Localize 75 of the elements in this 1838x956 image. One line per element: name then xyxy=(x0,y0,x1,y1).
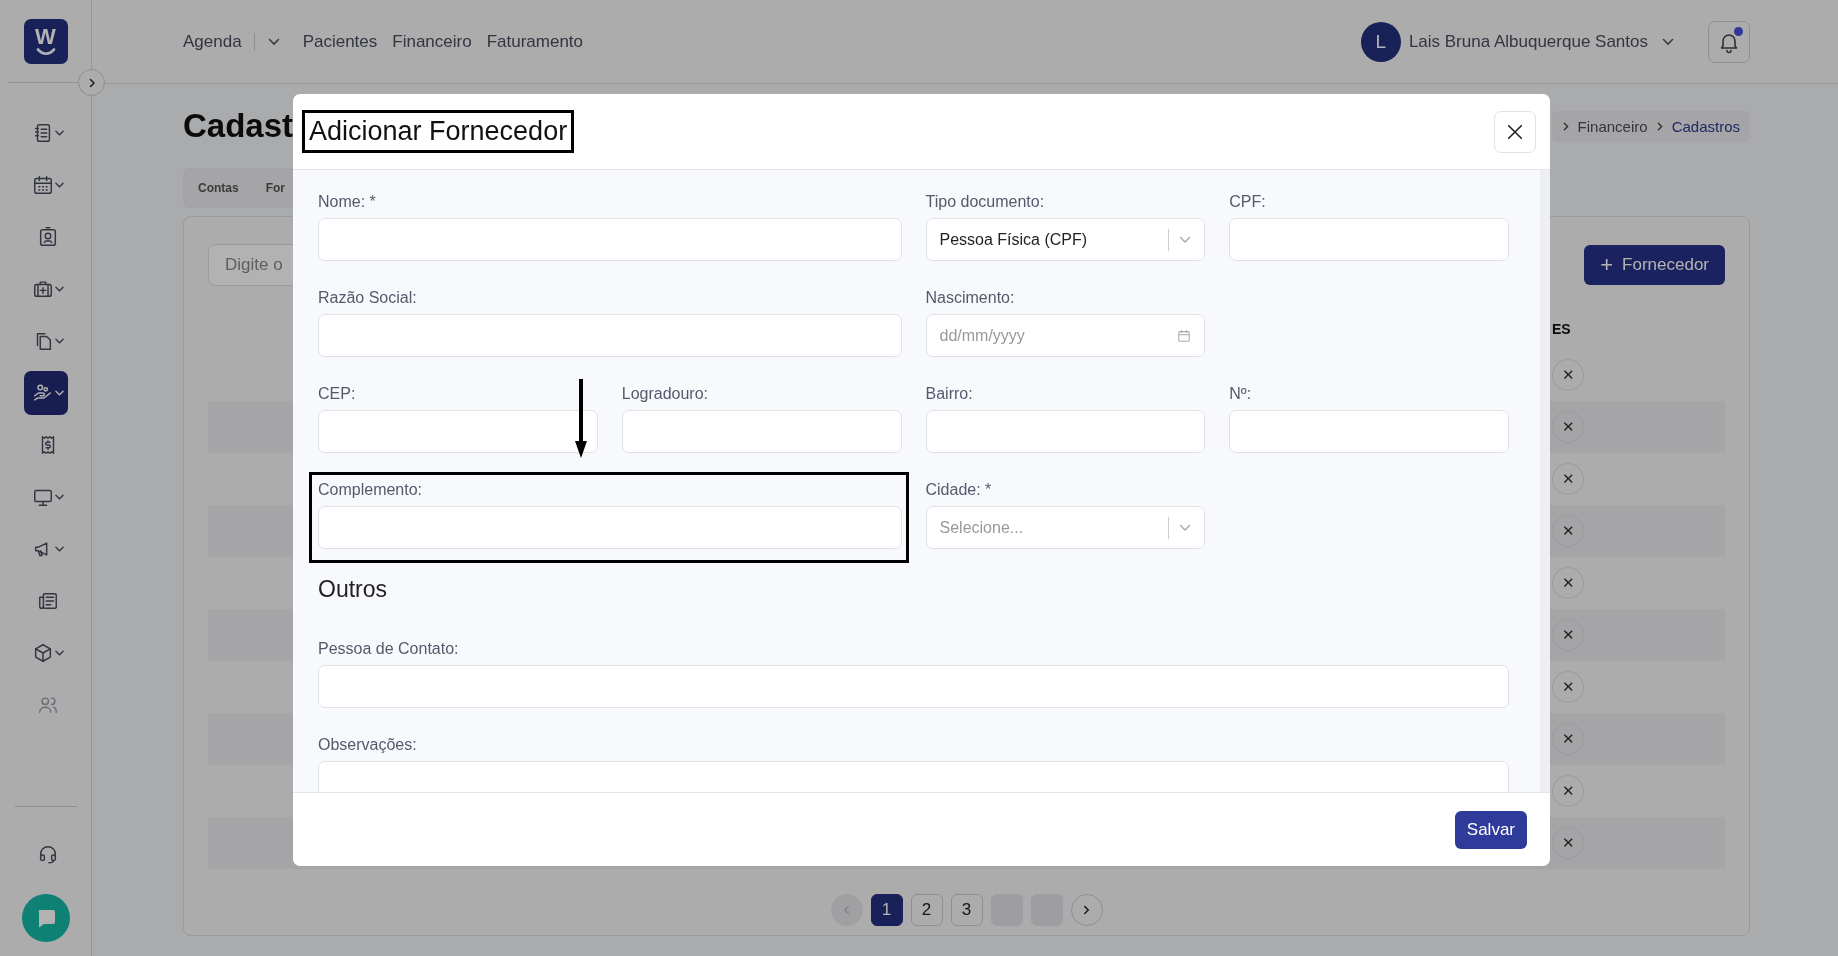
field-label: Cidade: * xyxy=(925,480,993,500)
chevron-down-icon xyxy=(54,338,64,344)
column-heading: ES xyxy=(1552,321,1571,337)
nav-link[interactable]: Faturamento xyxy=(486,31,584,52)
calendar-icon xyxy=(31,174,54,196)
nav-link[interactable]: Agenda xyxy=(183,31,242,52)
field-label: Complemento: xyxy=(318,480,424,500)
user-name: Lais Bruna Albuquerque Santos xyxy=(1408,31,1648,52)
chevron-down-icon xyxy=(1179,235,1192,244)
close-icon xyxy=(1506,122,1524,141)
user-menu[interactable]: L Lais Bruna Albuquerque Santos xyxy=(1360,21,1674,62)
medical-kit-icon xyxy=(31,278,54,300)
text-field[interactable] xyxy=(318,506,902,549)
text-field[interactable] xyxy=(1229,410,1509,453)
tab[interactable]: For xyxy=(265,181,285,195)
field-label: Tipo documento: xyxy=(925,192,1046,212)
chevron-down-icon xyxy=(54,130,64,136)
sidebar-item[interactable] xyxy=(23,371,68,415)
text-field[interactable] xyxy=(318,410,598,453)
close-button[interactable] xyxy=(1494,110,1536,153)
logo-letter: W xyxy=(35,27,56,47)
newspaper-icon xyxy=(36,590,59,612)
unread-dot xyxy=(1734,26,1743,36)
chevron-down-icon xyxy=(54,182,64,188)
chevron-right-icon xyxy=(1561,120,1570,132)
text-field[interactable] xyxy=(1229,218,1509,261)
users-icon xyxy=(36,694,59,716)
chat-button[interactable] xyxy=(21,894,70,942)
field-label: Bairro: xyxy=(925,384,974,404)
text-field[interactable] xyxy=(318,218,902,261)
text-field[interactable] xyxy=(925,410,1206,453)
save-button[interactable]: Salvar xyxy=(1454,810,1527,849)
chevron-left-icon xyxy=(842,904,851,916)
field-label: Observações: xyxy=(318,735,418,755)
avatar: L xyxy=(1360,21,1401,62)
text-field[interactable] xyxy=(318,761,1509,792)
select-field[interactable]: Pessoa Física (CPF) xyxy=(925,218,1206,261)
page-title: Cadast xyxy=(183,107,294,145)
field-label: Nascimento: xyxy=(925,288,1016,308)
chevron-down-icon[interactable] xyxy=(267,37,280,46)
chevron-down-icon xyxy=(1179,523,1192,532)
page-button[interactable]: 1 xyxy=(870,894,903,926)
field-label: CPF: xyxy=(1229,192,1267,212)
chevron-down-icon xyxy=(54,650,64,656)
add-supplier-button[interactable]: + Fornecedor xyxy=(1584,245,1725,285)
chevron-down-icon xyxy=(1662,37,1674,46)
calendar-icon xyxy=(1177,328,1192,343)
nav-link[interactable]: Pacientes xyxy=(302,31,378,52)
modal-title: Adicionar Fornecedor xyxy=(302,110,575,153)
text-field[interactable] xyxy=(621,410,902,453)
page-button[interactable]: 2 xyxy=(910,894,943,926)
smile-icon xyxy=(35,48,56,56)
text-field[interactable] xyxy=(318,665,1509,708)
chevron-down-icon xyxy=(54,286,64,292)
page-button[interactable]: 3 xyxy=(950,894,983,926)
breadcrumb-link[interactable]: Financeiro xyxy=(1577,117,1648,135)
hand-coin-icon xyxy=(31,382,54,404)
field-label: CEP: xyxy=(318,384,357,404)
chevron-right-icon xyxy=(1655,120,1664,132)
field-label: Nome: * xyxy=(318,192,377,212)
field-label: Razão Social: xyxy=(318,288,418,308)
expand-sidebar-button[interactable] xyxy=(78,69,105,96)
notifications-button[interactable] xyxy=(1708,20,1750,63)
field-label: Pessoa de Contato: xyxy=(318,639,460,659)
chevron-down-icon xyxy=(54,546,64,552)
section-heading: Outros xyxy=(318,576,389,603)
nav-link[interactable]: Financeiro xyxy=(392,31,472,52)
text-field[interactable] xyxy=(318,314,902,357)
field-label: Nº: xyxy=(1229,384,1253,404)
field-label: Logradouro: xyxy=(621,384,710,404)
breadcrumb-link[interactable]: Cadastros xyxy=(1671,117,1740,135)
chevron-right-icon xyxy=(1082,904,1091,916)
chevron-down-icon xyxy=(54,390,64,396)
tab[interactable]: Contas xyxy=(198,181,239,195)
chevron-down-icon xyxy=(54,494,64,500)
